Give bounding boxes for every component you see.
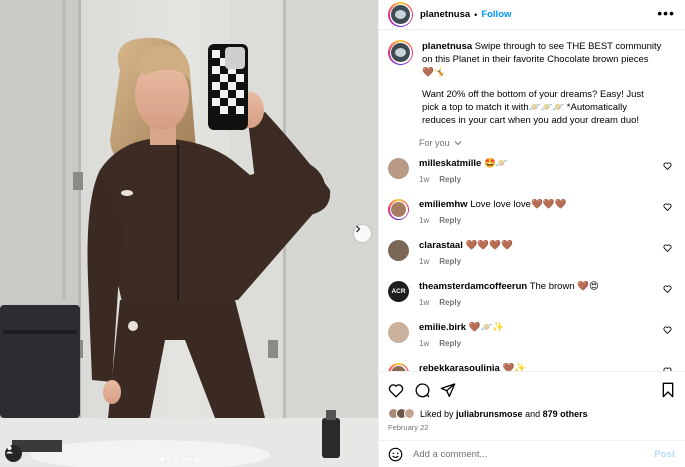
post-caption: planetnusa Swipe through to see THE BEST… (388, 40, 676, 127)
post-comment-button[interactable]: Post (654, 449, 675, 460)
emoji-icon (388, 447, 403, 461)
comment-avatar[interactable]: ACR (388, 281, 409, 302)
reply-button[interactable]: Reply (439, 216, 461, 225)
comment-filter-label: For you (419, 138, 450, 148)
comment-button[interactable] (414, 382, 430, 398)
save-button[interactable] (661, 382, 675, 398)
comment-avatar[interactable] (388, 199, 409, 220)
comment-avatar[interactable] (388, 158, 409, 179)
carousel-dot (160, 457, 164, 461)
comment-item: milleskatmille 🤩🪐 1w Reply (388, 158, 676, 189)
header-separator: • (474, 9, 478, 20)
comment-filter-dropdown[interactable]: For you (419, 138, 676, 148)
like-button[interactable] (388, 383, 404, 398)
comment-text: Love love love🤎🤎🤎 (470, 199, 567, 210)
heart-icon (663, 203, 672, 211)
planetnusa-logo (391, 5, 410, 24)
comment-time: 1w (419, 216, 430, 225)
reply-button[interactable]: Reply (439, 257, 461, 266)
heart-icon (663, 285, 672, 293)
chevron-right-icon (356, 225, 361, 233)
carousel-indicator (160, 457, 199, 461)
comment-time: 1w (419, 339, 430, 348)
post-side-panel: planetnusa • Follow ••• planetnusa Swipe… (378, 0, 685, 467)
carousel-dot (188, 457, 192, 461)
likes-prefix: Liked by (420, 408, 454, 419)
comment-username[interactable]: rebekkarasoulinia (419, 363, 500, 371)
post-date: February 22 (388, 423, 429, 432)
comment-username[interactable]: milleskatmille (419, 158, 481, 169)
comment-like-button[interactable] (663, 203, 672, 214)
heart-icon (663, 326, 672, 334)
caption-avatar[interactable] (388, 40, 413, 65)
caption-text-2: Want 20% off the bottom of your dreams? … (422, 89, 644, 126)
comment-avatar[interactable] (388, 240, 409, 261)
comment-like-button[interactable] (663, 162, 672, 173)
caption-username[interactable]: planetnusa (422, 41, 472, 52)
comment-item: ACR theamsterdamcoffeerun The brown 🤎😍 1… (388, 281, 676, 312)
avatar-label: ACR (391, 288, 406, 295)
heart-icon (663, 162, 672, 170)
comment-like-button[interactable] (663, 244, 672, 255)
carousel-next-button[interactable] (354, 225, 371, 242)
comment-username[interactable]: theamsterdamcoffeerun (419, 281, 527, 292)
chevron-down-icon (454, 141, 461, 146)
likes-others[interactable]: 879 others (543, 409, 588, 419)
comment-input[interactable] (413, 448, 655, 460)
carousel-dot (174, 457, 178, 461)
comment-time: 1w (419, 175, 430, 184)
share-button[interactable] (440, 382, 456, 398)
heart-icon (388, 383, 404, 398)
comment-time: 1w (419, 298, 430, 307)
emoji-button[interactable] (388, 447, 403, 462)
carousel-dot (167, 457, 171, 461)
comment-item: emilie.birk 🤎🪐✨ 1w Reply (388, 322, 676, 353)
add-comment-bar: Post (379, 440, 685, 467)
comment-item: rebekkarasoulinia 🤎✨ 1wReply (388, 363, 676, 371)
likes-and: and (525, 408, 541, 419)
comments-list[interactable]: planetnusa Swipe through to see THE BEST… (379, 31, 685, 371)
user-tag-icon (6, 446, 13, 454)
carousel-dot (195, 457, 199, 461)
comment-like-button[interactable] (663, 326, 672, 337)
likes-summary[interactable]: Liked by juliabrunsmose and 879 others (388, 408, 675, 419)
comment-like-button[interactable] (663, 285, 672, 296)
reply-button[interactable]: Reply (439, 298, 461, 307)
post-media[interactable] (0, 0, 378, 467)
reply-button[interactable]: Reply (439, 339, 461, 348)
comment-username[interactable]: clarastaal (419, 240, 463, 251)
comment-text: 🤎🤎🤎🤎 (465, 240, 513, 251)
share-icon (440, 383, 456, 397)
avatar[interactable] (388, 2, 413, 27)
heart-icon (663, 244, 672, 252)
bookmark-icon (662, 382, 674, 398)
comment-avatar[interactable] (388, 363, 409, 371)
comment-text: 🤎🪐✨ (468, 322, 505, 333)
comment-time: 1w (419, 257, 430, 266)
comment-item: clarastaal 🤎🤎🤎🤎 1w Reply (388, 240, 676, 271)
likes-user[interactable]: juliabrunsmose (456, 409, 523, 419)
comment-avatar[interactable] (388, 322, 409, 343)
header-username[interactable]: planetnusa (420, 9, 470, 20)
comment-username[interactable]: emiliemhw (419, 199, 468, 210)
liker-avatars (388, 408, 415, 419)
comment-text: 🤩🪐 (483, 158, 508, 169)
comment-username[interactable]: emilie.birk (419, 322, 466, 333)
follow-button[interactable]: Follow (481, 9, 511, 20)
carousel-dot (181, 457, 185, 461)
tagged-users-button[interactable] (5, 445, 22, 462)
comment-icon (415, 383, 430, 398)
post-actions: Liked by juliabrunsmose and 879 others F… (379, 371, 685, 439)
more-icon[interactable]: ••• (657, 6, 675, 20)
post-header: planetnusa • Follow ••• (379, 0, 685, 30)
comment-text: The brown 🤎😍 (529, 281, 599, 292)
comment-item: emiliemhw Love love love🤎🤎🤎 1w Reply (388, 199, 676, 230)
planetnusa-logo (391, 43, 410, 62)
reply-button[interactable]: Reply (439, 175, 461, 184)
post-photo (0, 0, 378, 467)
comment-text: 🤎✨ (502, 363, 527, 371)
